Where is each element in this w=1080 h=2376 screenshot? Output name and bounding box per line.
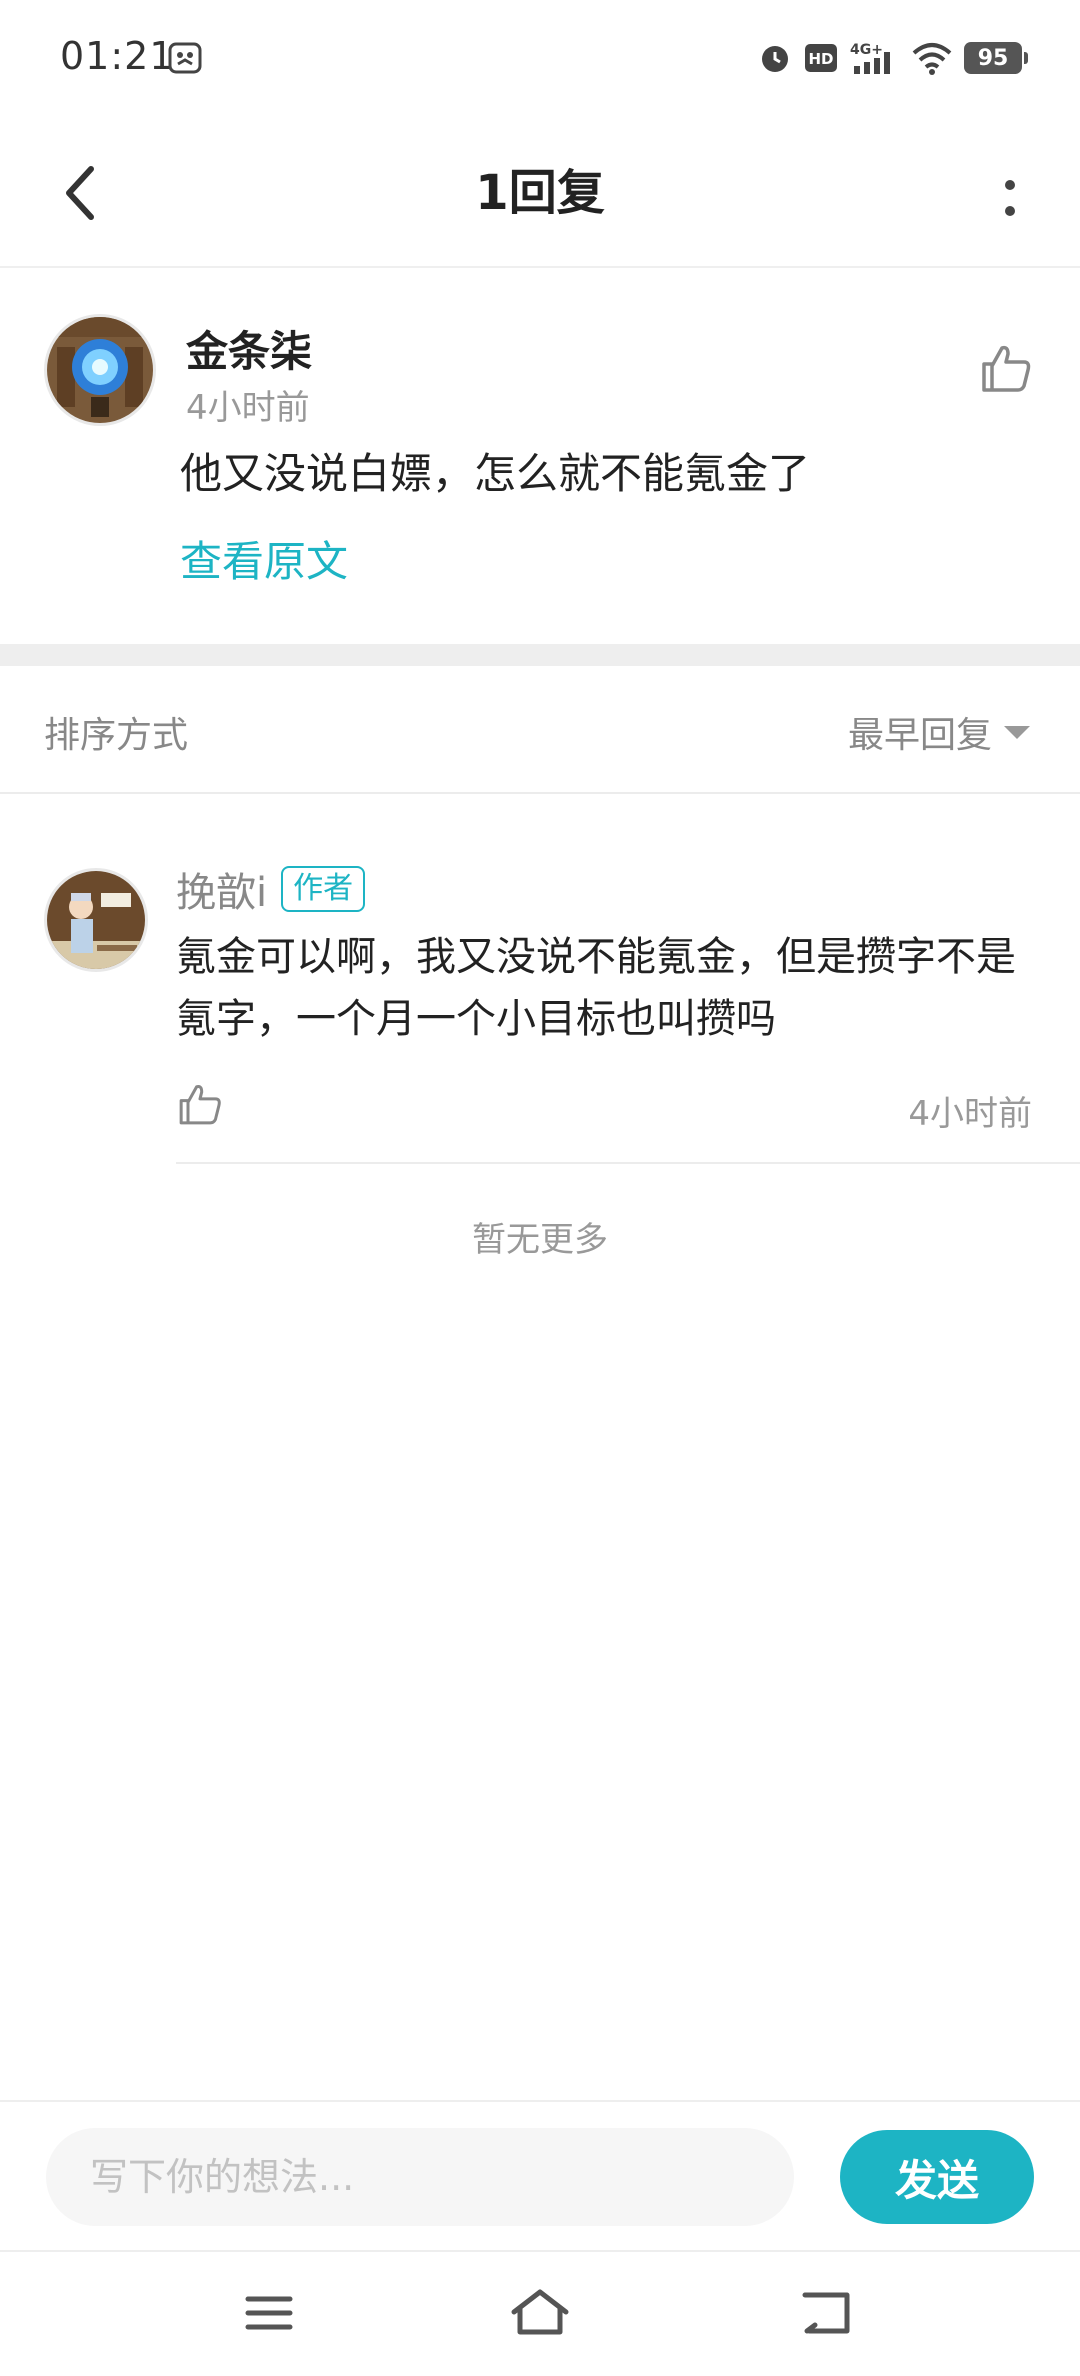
nav-home-button[interactable] (500, 2278, 580, 2348)
back-icon (802, 2292, 850, 2334)
nav-back-button[interactable] (786, 2278, 866, 2348)
sort-label: 排序方式 (44, 715, 189, 756)
home-icon (511, 2289, 569, 2335)
caret-down-icon (1004, 725, 1030, 739)
svg-text:HD: HD (808, 50, 833, 68)
page-title: 1回复 (475, 165, 605, 221)
battery-icon: 95 (964, 42, 1028, 74)
reply-divider (176, 1162, 1080, 1164)
reply-avatar[interactable] (44, 868, 148, 972)
reply-text: 氪金可以啊，我又没说不能氪金，但是攒字不是氪字，一个月一个小目标也叫攒吗 (176, 934, 1016, 1042)
avatar-portal-image (47, 317, 153, 423)
status-icons: HD 4G+ 95 (758, 36, 1028, 80)
status-bar: 01:21 HD 4G+ 95 (0, 0, 1080, 118)
alarm-icon (762, 46, 788, 72)
nav-menu-button[interactable] (229, 2278, 309, 2348)
author-badge: 作者 (281, 866, 366, 912)
back-button[interactable] (36, 148, 126, 238)
header: 1回复 (0, 118, 1080, 268)
avatar-character-image (47, 871, 145, 969)
battery-level: 95 (977, 45, 1009, 71)
sort-dropdown[interactable]: 最早回复 (848, 706, 1030, 758)
view-original-link[interactable]: 查看原文 (180, 528, 348, 589)
reply-detail-page: 01:21 HD 4G+ 95 1回复 金条柒 4小时前 他又没说白嫖，怎么就不… (0, 0, 1080, 2376)
4g-signal-icon: 4G+ (850, 42, 890, 74)
main-comment: 金条柒 4小时前 他又没说白嫖，怎么就不能氪金了 查看原文 (0, 268, 1080, 644)
input-bar: 发送 (0, 2100, 1080, 2250)
svg-text:4G+: 4G+ (850, 42, 883, 58)
section-divider (0, 644, 1080, 666)
comment-input[interactable] (46, 2128, 794, 2226)
comment-text: 他又没说白嫖，怎么就不能氪金了 (180, 449, 811, 498)
no-more-text: 暂无更多 (472, 1220, 608, 1260)
more-vertical-icon (1005, 180, 1015, 216)
menu-icon (245, 2296, 293, 2330)
more-button[interactable] (970, 158, 1050, 238)
avatar[interactable] (44, 314, 156, 426)
thumbs-up-icon[interactable] (176, 1080, 224, 1128)
reply-header: 挽歆i 作者 (176, 860, 366, 918)
reply-time: 4小时前 (908, 1094, 1032, 1134)
thumbs-up-icon[interactable] (978, 340, 1034, 396)
reply-username[interactable]: 挽歆i (176, 860, 267, 918)
status-time: 01:21 (60, 34, 175, 78)
comment-time: 4小时前 (186, 388, 310, 428)
sort-bar: 排序方式 最早回复 (0, 666, 1080, 794)
send-button[interactable]: 发送 (840, 2130, 1034, 2224)
reply-item: 挽歆i 作者 氪金可以啊，我又没说不能氪金，但是攒字不是氪字，一个月一个小目标也… (0, 796, 1080, 1166)
wifi-icon (912, 43, 952, 75)
app-notification-icon (168, 42, 202, 74)
system-nav-bar (0, 2250, 1080, 2376)
chevron-left-icon (66, 166, 94, 220)
comment-username[interactable]: 金条柒 (186, 318, 312, 379)
hd-icon: HD (805, 44, 837, 72)
sort-selected-value: 最早回复 (847, 715, 992, 756)
